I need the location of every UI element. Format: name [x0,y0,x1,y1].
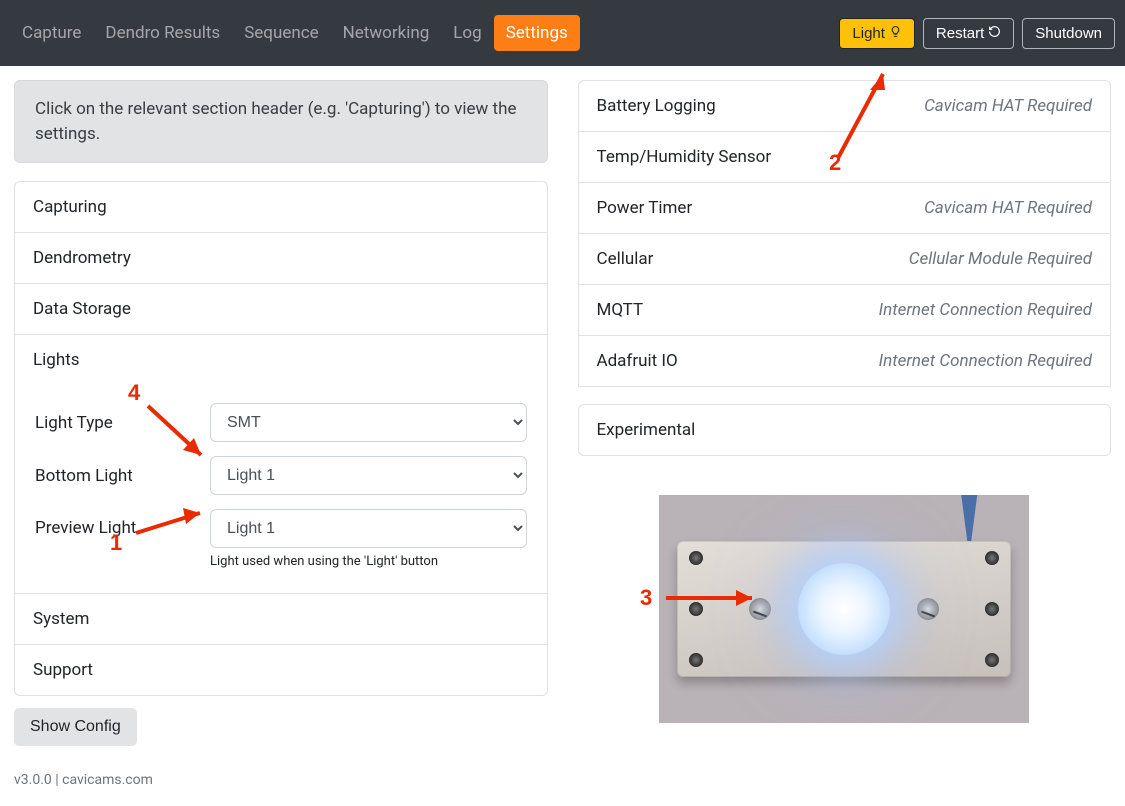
shutdown-button-label: Shutdown [1035,25,1102,42]
nav-dendro-results[interactable]: Dendro Results [93,15,232,51]
topbar-actions: Light Restart Shutdown [839,18,1115,49]
section-label: Experimental [597,420,696,440]
restart-button[interactable]: Restart [923,18,1014,49]
restart-icon [988,25,1001,42]
lights-settings-panel: Light Type SMT Bottom Light Light 1 [14,385,548,593]
section-cellular[interactable]: Cellular Cellular Module Required [578,233,1112,285]
footer-text: v3.0.0 | cavicams.com [0,760,1125,806]
lightbulb-icon [889,25,902,42]
left-column: Click on the relevant section header (e.… [14,80,548,746]
bottom-light-select[interactable]: Light 1 [210,456,527,495]
show-config-button[interactable]: Show Config [14,708,137,746]
section-power-timer[interactable]: Power Timer Cavicam HAT Required [578,182,1112,234]
section-label: MQTT [597,300,644,320]
section-support[interactable]: Support [14,644,548,696]
section-label: Battery Logging [597,96,716,116]
light-type-row: Light Type SMT [35,403,527,442]
section-system[interactable]: System [14,593,548,644]
preview-light-label: Preview Light [35,509,210,538]
right-accordion: Battery Logging Cavicam HAT Required Tem… [578,80,1112,455]
preview-light-select[interactable]: Light 1 [210,509,527,548]
section-note: Cellular Module Required [909,249,1092,269]
preview-light-row: Preview Light Light 1 Light used when us… [35,509,527,569]
section-label: Temp/Humidity Sensor [597,147,772,167]
page-body: Click on the relevant section header (e.… [0,66,1125,760]
section-adafruit-io[interactable]: Adafruit IO Internet Connection Required [578,335,1112,387]
light-button[interactable]: Light [839,18,915,49]
light-button-label: Light [852,25,885,42]
restart-button-label: Restart [936,25,984,42]
bottom-light-label: Bottom Light [35,466,210,486]
section-lights[interactable]: Lights [14,334,548,385]
preview-light-help: Light used when using the 'Light' button [210,554,527,569]
section-note: Internet Connection Required [879,300,1092,320]
nav-tabs: Capture Dendro Results Sequence Networki… [10,15,580,51]
nav-log[interactable]: Log [441,15,493,51]
section-note: Internet Connection Required [879,351,1092,371]
nav-capture[interactable]: Capture [10,15,93,51]
right-column: Battery Logging Cavicam HAT Required Tem… [578,80,1112,746]
section-mqtt[interactable]: MQTT Internet Connection Required [578,284,1112,336]
section-note: Cavicam HAT Required [924,96,1092,116]
section-label: Adafruit IO [597,351,678,371]
section-dendrometry[interactable]: Dendrometry [14,232,548,283]
section-label: Cellular [597,249,654,269]
section-experimental[interactable]: Experimental [578,404,1112,456]
section-note: Cavicam HAT Required [924,198,1092,218]
section-label: Power Timer [597,198,693,218]
shutdown-button[interactable]: Shutdown [1022,18,1115,49]
section-data-storage[interactable]: Data Storage [14,283,548,334]
device-photo [659,495,1029,723]
hint-box: Click on the relevant section header (e.… [14,80,548,163]
section-capturing[interactable]: Capturing [14,181,548,232]
section-battery-logging[interactable]: Battery Logging Cavicam HAT Required [578,80,1112,132]
light-type-select[interactable]: SMT [210,403,527,442]
top-navbar: Capture Dendro Results Sequence Networki… [0,0,1125,66]
led-light-icon [798,563,890,655]
nav-sequence[interactable]: Sequence [232,15,330,51]
bottom-light-row: Bottom Light Light 1 [35,456,527,495]
left-accordion: Capturing Dendrometry Data Storage Light… [14,181,548,696]
nav-settings[interactable]: Settings [494,15,580,51]
light-type-label: Light Type [35,413,210,433]
device-photo-wrap [578,495,1112,723]
nav-networking[interactable]: Networking [331,15,442,51]
section-temp-humidity[interactable]: Temp/Humidity Sensor [578,131,1112,183]
